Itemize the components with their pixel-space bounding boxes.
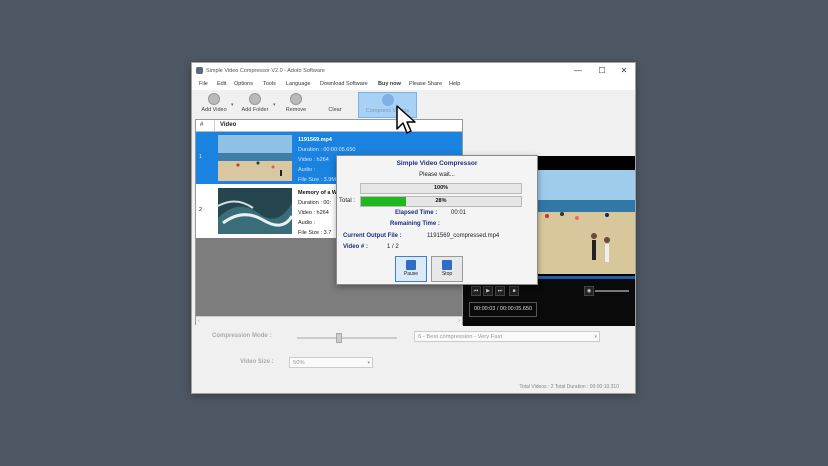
progress-dialog: Simple Video Compressor Please wait... 1… [336,155,538,285]
menu-buy-now[interactable]: Buy now [378,81,401,87]
total-progress-bar: 28% [360,196,522,207]
video-size: File Size : 3.7 [298,230,332,236]
stop-icon[interactable]: ■ [509,286,519,296]
menu-edit[interactable]: Edit [217,81,226,87]
video-name: Memory of a W [298,190,338,196]
compression-mode-select[interactable]: 6 - Best compression - Very Fast ▾ [414,331,600,342]
video-thumbnail [218,188,292,234]
elapsed-time-label: Elapsed Time : [395,210,438,216]
add-video-icon [208,93,220,105]
menu-bar: File Edit Options Tools Language Downloa… [192,79,635,90]
video-size-value: 50% [293,360,305,366]
remaining-time-label: Remaining Time : [390,221,440,227]
elapsed-time-value: 00:01 [451,210,467,216]
remove-button[interactable]: Remove [280,92,312,116]
add-folder-icon [249,93,261,105]
menu-language[interactable]: Language [286,81,310,87]
status-bar: Total Videos : 2 Total Duration : 00:00:… [192,381,635,393]
maximize-button[interactable]: ☐ [592,65,612,77]
add-video-button[interactable]: Add Video [197,92,231,116]
menu-download-software[interactable]: Download Software [320,81,368,87]
chevron-down-icon: ▾ [367,360,370,366]
add-folder-label: Add Folder [241,107,269,113]
compression-slider-thumb[interactable] [336,333,342,343]
mouse-cursor-icon [396,105,416,134]
video-name: 1191569.mp4 [298,137,332,143]
video-thumbnail [218,135,292,181]
total-progress-text: 28% [435,198,447,204]
window-title: Simple Video Compressor V2.0 - Adoto Sof… [206,68,325,74]
volume-icon[interactable]: ◉ [584,286,594,296]
video-size-select[interactable]: 50% ▾ [289,357,373,368]
add-video-label: Add Video [201,107,227,113]
next-icon[interactable]: ⏭ [495,286,505,296]
app-icon [196,67,203,74]
previous-icon[interactable]: ⏮ [471,286,481,296]
col-video-header[interactable]: Video [220,122,236,128]
output-file-value: 1191569_compressed.mp4 [427,233,500,239]
pause-icon [406,260,416,270]
stop-button[interactable]: Stop [431,256,463,282]
output-file-label: Current Output File : [343,233,402,239]
video-number-value: 1 / 2 [387,244,399,250]
add-video-dropdown-icon[interactable]: ▾ [231,102,234,108]
clear-button[interactable]: Clear [320,92,350,116]
list-header: # Video [196,120,462,132]
pause-button[interactable]: Pause [395,256,427,282]
video-size-label: Video Size : [240,359,274,365]
scroll-left-icon[interactable]: ‹ [198,318,200,324]
file-progress-bar: 100% [360,183,522,194]
time-display: 00:00:03 / 00:00:05.650 [469,302,537,317]
preview-frame [537,170,635,274]
compression-slider-track[interactable] [297,337,397,339]
minimize-button[interactable]: — [568,65,588,77]
menu-help[interactable]: Help [449,81,460,87]
file-progress-text: 100% [433,185,449,191]
compression-mode-label: Compression Mode : [212,333,272,339]
video-number-label: Video # : [343,244,368,250]
remove-icon [290,93,302,105]
stop-label: Stop [441,271,453,277]
scroll-right-icon[interactable]: › [458,318,460,324]
video-codec: Video : h264 [298,210,329,216]
menu-file[interactable]: File [199,81,208,87]
compress-icon [381,94,394,106]
add-folder-dropdown-icon[interactable]: ▾ [273,102,276,108]
add-folder-button[interactable]: Add Folder [238,92,272,116]
chevron-down-icon: ▾ [594,334,597,340]
play-icon[interactable]: ▶ [483,286,493,296]
status-text: Total Videos : 2 Total Duration : 00:00:… [519,384,619,390]
menu-please-share[interactable]: Please Share [409,81,442,87]
video-audio: Audio : [298,220,316,226]
dialog-title: Simple Video Compressor [396,160,478,167]
video-duration: Duration : 00:00:05.650 [298,147,356,153]
total-label: Total : [339,198,356,204]
menu-options[interactable]: Options [234,81,253,87]
close-button[interactable]: ✕ [614,65,634,77]
clear-label: Clear [328,107,342,113]
row-number: 1 [199,154,203,160]
compression-mode-value: 6 - Best compression - Very Fast [418,334,503,340]
pause-label: Pause [403,271,419,277]
please-wait-text: Please wait... [419,172,455,178]
stop-icon [442,260,452,270]
title-bar: Simple Video Compressor V2.0 - Adoto Sof… [192,63,635,79]
volume-slider[interactable] [595,290,629,292]
remove-label: Remove [285,107,307,113]
menu-tools[interactable]: Tools [263,81,276,87]
total-progress-fill [361,197,406,206]
clear-icon [329,93,341,105]
row-number: 2 [199,207,203,213]
col-num-header[interactable]: # [200,122,203,128]
video-duration: Duration : 00: [298,200,332,206]
horizontal-scrollbar[interactable]: ‹ › [196,316,462,325]
